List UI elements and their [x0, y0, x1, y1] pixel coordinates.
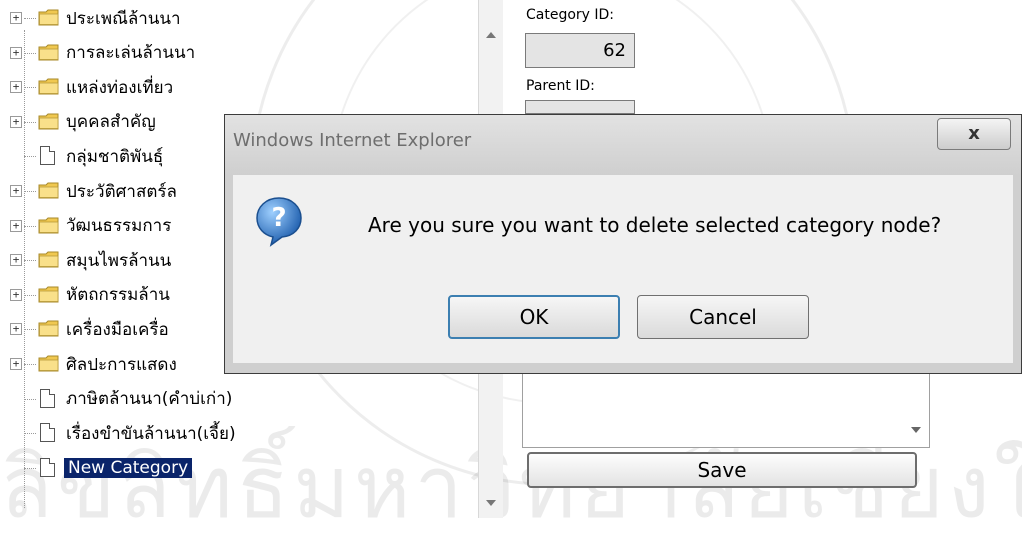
cancel-button[interactable]: Cancel [637, 295, 809, 339]
document-icon [40, 388, 55, 408]
folder-icon [38, 320, 59, 337]
tree-node[interactable]: + การละเล่นล้านนา [0, 40, 470, 66]
expand-plus-icon[interactable]: + [10, 46, 22, 59]
tree-connector [24, 364, 36, 365]
tree-node[interactable]: New Category [0, 455, 470, 481]
tree-node[interactable]: ภาษิตล้านนา(คำบ่เก่า) [0, 386, 470, 412]
description-textarea[interactable] [522, 368, 930, 448]
tree-connector [24, 121, 36, 123]
expand-plus-icon[interactable]: + [10, 81, 22, 94]
tree-node-label[interactable]: วัฒนธรรมการ [66, 212, 171, 239]
folder-icon [38, 78, 59, 95]
tree-node-label[interactable]: บุคคลสำคัญ [66, 108, 156, 135]
expand-plus-icon[interactable]: + [10, 185, 22, 197]
tree-connector [24, 52, 36, 54]
dialog-title: Windows Internet Explorer [233, 130, 472, 151]
tree-node[interactable]: เรื่องขำขันล้านนา(เจี้ย) [0, 420, 470, 446]
dialog-body: ? Are you sure you want to delete select… [233, 175, 1013, 363]
category-id-label: Category ID: [526, 7, 615, 23]
textarea-scroll-down-icon[interactable] [911, 427, 921, 433]
tree-connector [24, 398, 36, 400]
tree-connector [24, 18, 36, 19]
tree-node-label[interactable]: สมุนไพรล้านน [66, 247, 171, 274]
tree-node-label[interactable]: เครื่องมือเครื่อ [66, 316, 169, 343]
folder-icon [38, 44, 59, 61]
tree-node[interactable]: + ประเพณีล้านนา [0, 5, 470, 31]
expand-plus-icon[interactable]: + [10, 12, 22, 24]
expand-plus-icon[interactable]: + [10, 254, 22, 267]
scroll-down-arrow-icon[interactable] [486, 500, 496, 506]
tree-connector [24, 191, 36, 192]
question-icon: ? [256, 197, 302, 247]
tree-node-label[interactable]: ศิลปะการแสดง [66, 351, 177, 378]
expand-plus-icon[interactable]: + [10, 115, 22, 128]
folder-icon [38, 251, 59, 268]
tree-node-label[interactable]: แหล่งท่องเที่ยว [66, 74, 173, 101]
folder-icon [38, 9, 59, 26]
expand-plus-icon[interactable]: + [10, 219, 22, 232]
tree-connector [24, 225, 36, 227]
tree-connector [24, 467, 36, 469]
folder-icon [38, 113, 59, 130]
tree-node[interactable]: + แหล่งท่องเที่ยว [0, 74, 470, 100]
tree-connector [24, 87, 36, 89]
save-button[interactable]: Save [527, 452, 917, 488]
expand-plus-icon[interactable]: + [10, 288, 22, 301]
tree-connector [24, 156, 36, 158]
tree-node-label[interactable]: หัตถกรรมล้าน [66, 281, 170, 308]
tree-node-label[interactable]: เรื่องขำขันล้านนา(เจี้ย) [66, 420, 236, 447]
tree-node-label[interactable]: New Category [64, 457, 193, 478]
dialog-message: Are you sure you want to delete selected… [368, 213, 942, 237]
tree-node-label[interactable]: ประเพณีล้านนา [66, 5, 181, 32]
confirm-dialog: Windows Internet Explorer x ? Are you su… [224, 114, 1022, 374]
document-icon [40, 146, 55, 166]
close-icon[interactable]: x [937, 118, 1011, 150]
expand-plus-icon[interactable]: + [10, 358, 22, 370]
tree-node-label[interactable]: กลุ่มชาติพันธุ์ [66, 143, 163, 170]
document-icon [40, 457, 55, 477]
document-icon [40, 423, 55, 443]
tree-node-label[interactable]: ประวัติศาสตร์ล [66, 178, 177, 205]
scroll-up-arrow-icon[interactable] [486, 32, 496, 38]
folder-icon [38, 286, 59, 303]
svg-text:?: ? [271, 203, 286, 233]
expand-plus-icon[interactable]: + [10, 323, 22, 336]
tree-node-label[interactable]: ภาษิตล้านนา(คำบ่เก่า) [66, 385, 232, 412]
tree-node-label[interactable]: การละเล่นล้านนา [66, 39, 195, 66]
folder-icon [38, 355, 59, 372]
tree-connector [24, 294, 36, 296]
parent-id-field[interactable] [525, 100, 635, 114]
parent-id-label: Parent ID: [526, 78, 595, 94]
ok-button[interactable]: OK [448, 295, 620, 339]
tree-connector [24, 329, 36, 331]
category-id-field[interactable]: 62 [525, 33, 635, 68]
tree-connector [24, 433, 36, 435]
tree-connector [24, 260, 36, 262]
folder-icon [38, 182, 59, 199]
folder-icon [38, 217, 59, 234]
